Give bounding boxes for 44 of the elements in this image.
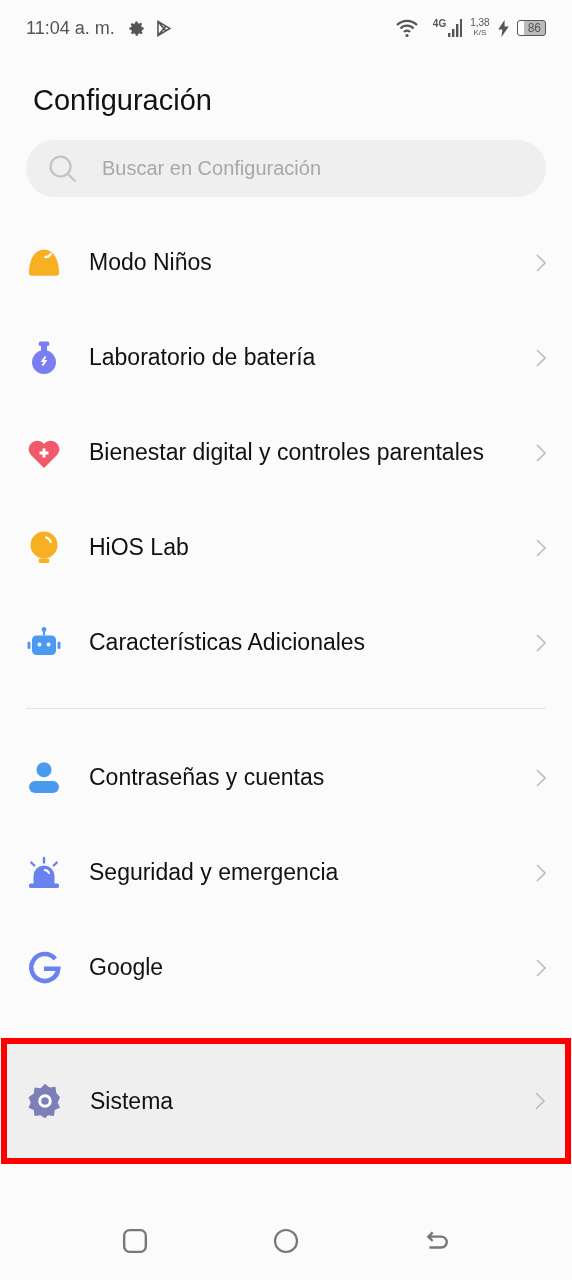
chevron-right-icon xyxy=(536,768,546,787)
item-label: Modo Niños xyxy=(89,249,213,276)
status-time: 11:04 a. m. xyxy=(26,17,115,39)
chevron-right-icon xyxy=(536,958,546,977)
speed-unit: K/S xyxy=(473,28,487,38)
chevron-right-icon xyxy=(536,538,546,557)
item-label: Laboratorio de batería xyxy=(89,344,317,371)
settings-item[interactable]: Sistema xyxy=(1,1038,571,1164)
settings-item[interactable]: HiOS Lab xyxy=(0,500,572,595)
item-label: Características Adicionales xyxy=(89,629,367,656)
page-title: Configuración xyxy=(33,83,213,118)
chevron-right-icon xyxy=(536,253,546,272)
item-label: HiOS Lab xyxy=(89,534,190,561)
settings-item[interactable]: Seguridad y emergencia xyxy=(0,825,572,920)
settings-item[interactable]: Características Adicionales xyxy=(0,595,572,690)
item-label: Google xyxy=(89,954,165,981)
item-label: Sistema xyxy=(90,1087,175,1115)
person-icon xyxy=(26,759,62,796)
chevron-right-icon xyxy=(536,633,546,652)
speed-value: 1,38 xyxy=(470,18,490,28)
charging-icon xyxy=(497,19,509,37)
chevron-right-icon xyxy=(535,1092,545,1110)
chevron-right-icon xyxy=(536,348,546,367)
search-field[interactable]: Buscar en Configuración xyxy=(26,140,546,197)
wifi-icon xyxy=(394,18,419,38)
recents-button[interactable] xyxy=(122,1228,149,1254)
battery-indicator: 86 xyxy=(516,20,546,36)
settings-item[interactable]: Contraseñas y cuentas xyxy=(0,730,572,825)
settings-icon xyxy=(27,1083,63,1119)
signal-icon xyxy=(448,19,463,37)
chevron-right-icon xyxy=(536,863,546,882)
network-type: 4G xyxy=(432,18,447,29)
gear-icon xyxy=(126,18,146,38)
settings-item[interactable]: Bienestar digital y controles parentales xyxy=(0,405,572,500)
item-label: Contraseñas y cuentas xyxy=(89,764,326,791)
settings-item[interactable]: Modo Niños xyxy=(0,215,572,310)
chevron-right-icon xyxy=(536,443,546,462)
item-label: Seguridad y emergencia xyxy=(89,859,340,886)
settings-item[interactable]: Google xyxy=(0,920,572,1015)
siren-icon xyxy=(26,854,62,891)
settings-item[interactable]: Laboratorio de batería xyxy=(0,310,572,405)
item-label: Bienestar digital y controles parentales xyxy=(89,439,486,466)
home-button[interactable] xyxy=(273,1228,299,1254)
g-letter-icon xyxy=(26,949,62,986)
